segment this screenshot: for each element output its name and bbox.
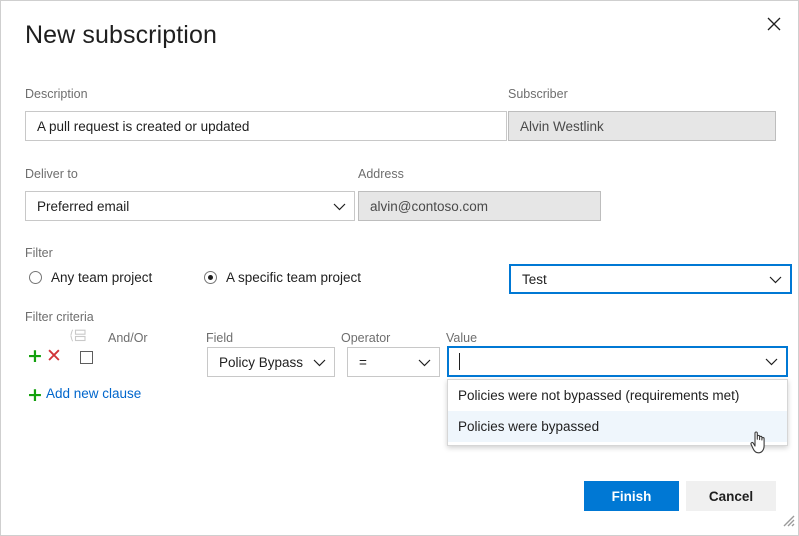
column-header-value: Value <box>446 330 477 346</box>
value-dropdown-list: Policies were not bypassed (requirements… <box>447 379 788 446</box>
column-header-and-or: And/Or <box>108 330 148 346</box>
close-icon <box>767 17 781 31</box>
column-header-operator: Operator <box>341 330 390 346</box>
operator-value: = <box>359 355 367 370</box>
clause-checkbox[interactable] <box>80 351 93 364</box>
text-cursor <box>459 353 460 370</box>
operator-select[interactable]: = <box>347 347 440 377</box>
field-value: Policy Bypass <box>219 355 303 370</box>
chevron-down-icon <box>418 355 431 370</box>
address-label: Address <box>358 166 404 182</box>
subscriber-input: Alvin Westlink <box>508 111 776 141</box>
deliver-to-select[interactable]: Preferred email <box>25 191 355 221</box>
resize-grip-icon[interactable] <box>781 513 795 532</box>
radio-any-team-project[interactable]: Any team project <box>29 270 152 285</box>
add-new-clause-link[interactable]: Add new clause <box>46 386 141 401</box>
list-item[interactable]: Policies were not bypassed (requirements… <box>448 380 787 411</box>
field-select[interactable]: Policy Bypass <box>207 347 335 377</box>
finish-button[interactable]: Finish <box>584 481 679 511</box>
address-input: alvin@contoso.com <box>358 191 601 221</box>
chevron-down-icon <box>333 199 346 214</box>
delete-x-icon[interactable]: ✕ <box>46 347 62 366</box>
cancel-button[interactable]: Cancel <box>686 481 776 511</box>
list-item[interactable]: Policies were bypassed <box>448 411 787 442</box>
radio-label-specific: A specific team project <box>226 270 361 285</box>
chevron-down-icon[interactable] <box>765 353 778 371</box>
radio-label-any: Any team project <box>51 270 152 285</box>
value-combobox[interactable] <box>447 346 788 377</box>
deliver-to-value: Preferred email <box>37 199 129 214</box>
column-header-field: Field <box>206 330 233 346</box>
filter-label: Filter <box>25 245 53 261</box>
radio-specific-team-project[interactable]: A specific team project <box>204 270 361 285</box>
plus-icon[interactable]: + <box>27 347 43 366</box>
close-button[interactable] <box>758 9 790 39</box>
filter-criteria-label: Filter criteria <box>25 309 94 325</box>
group-clause-icon <box>70 329 86 347</box>
deliver-to-label: Deliver to <box>25 166 78 182</box>
radio-mark-specific <box>204 271 217 284</box>
description-input[interactable]: A pull request is created or updated <box>25 111 507 141</box>
new-subscription-dialog: New subscription Description A pull requ… <box>0 0 799 536</box>
team-project-select[interactable]: Test <box>509 264 792 294</box>
description-label: Description <box>25 86 88 102</box>
chevron-down-icon <box>313 355 326 370</box>
team-project-value: Test <box>522 272 547 287</box>
subscriber-label: Subscriber <box>508 86 568 102</box>
plus-icon[interactable]: + <box>27 386 43 405</box>
chevron-down-icon <box>769 272 782 287</box>
radio-mark-any <box>29 271 42 284</box>
page-title: New subscription <box>25 21 217 50</box>
